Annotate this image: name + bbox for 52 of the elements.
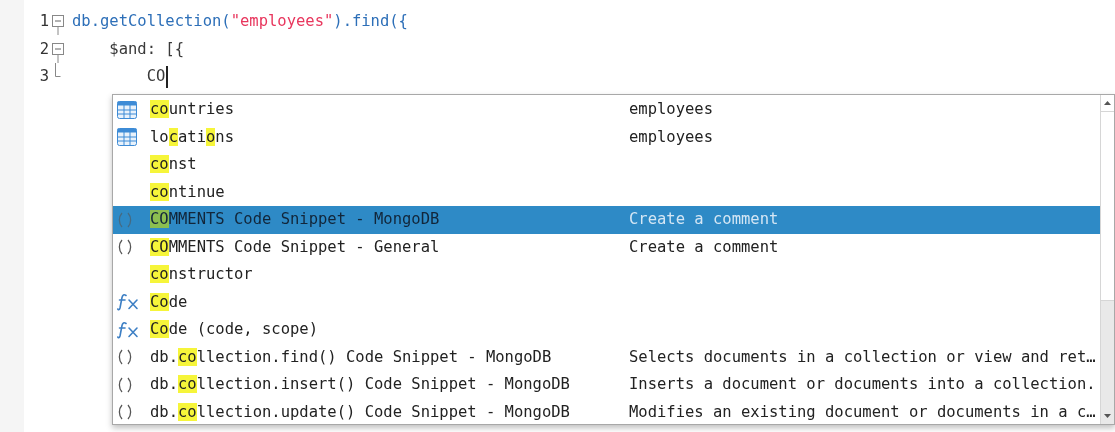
table-icon <box>117 128 137 147</box>
completion-description: Inserts a document or documents into a collection. <box>629 374 1096 396</box>
code-token: ).find({ <box>333 11 408 33</box>
completion-label: Code (code, scope) <box>150 319 319 341</box>
line-number: 3 <box>38 66 50 88</box>
scrollbar-thumb[interactable] <box>1101 111 1114 301</box>
function-icon <box>117 293 139 312</box>
parentheses-icon <box>117 375 133 394</box>
completion-item[interactable]: COMMENTS Code Snippet - General Create a comment <box>113 233 1100 261</box>
completion-item[interactable]: Code (code, scope) <box>113 316 1100 344</box>
completion-item[interactable]: continue <box>113 178 1100 206</box>
completion-description: employees <box>629 99 713 121</box>
scrollbar[interactable] <box>1100 95 1114 424</box>
parentheses-icon <box>117 348 133 367</box>
completion-item[interactable]: db.collection.insert() Code Snippet - MongoDB Inserts a document or documents into a collection. <box>113 371 1100 399</box>
completion-item[interactable]: db.collection.find() Code Snippet - MongoDB Selects documents in a collection or view and ret… <box>113 343 1100 371</box>
completion-label: db.collection.update() Code Snippet - MongoDB <box>150 401 571 423</box>
table-icon <box>117 100 137 119</box>
completion-label: Code <box>150 291 189 313</box>
function-icon <box>117 320 139 339</box>
completion-label: db.collection.find() Code Snippet - MongoDB <box>150 346 553 368</box>
completion-item[interactable]: const <box>113 151 1100 179</box>
completion-item[interactable]: COMMENTS Code Snippet - MongoDB Create a comment <box>113 206 1100 234</box>
completion-description: Modifies an existing document or documents in a c… <box>629 401 1096 423</box>
parentheses-icon <box>117 238 133 257</box>
completion-item[interactable]: Code <box>113 288 1100 316</box>
completion-item[interactable]: countries employees <box>113 96 1100 124</box>
code-token: CO <box>145 66 166 88</box>
line-number: 2 <box>38 38 50 60</box>
code-token: $and: [{ <box>108 38 184 60</box>
completion-label: constructor <box>150 264 254 286</box>
fold-end-icon <box>55 63 61 77</box>
completion-item[interactable]: db.collection.update() Code Snippet - MongoDB Modifies an existing document or documents in a c… <box>113 398 1100 426</box>
completion-label: locations <box>150 126 236 148</box>
code-token: db.getCollection( <box>72 11 231 33</box>
completion-label: COMMENTS Code Snippet - MongoDB <box>150 209 441 231</box>
completion-label: COMMENTS Code Snippet - General <box>150 236 441 258</box>
completion-label: db.collection.insert() Code Snippet - MongoDB <box>150 374 571 396</box>
parentheses-icon <box>117 403 133 422</box>
code-token: "employees" <box>230 11 334 33</box>
completion-description: employees <box>629 126 713 148</box>
completion-item[interactable]: constructor <box>113 261 1100 289</box>
completion-label: continue <box>150 181 226 203</box>
completion-label: const <box>150 154 198 176</box>
line-number: 1 <box>38 11 50 33</box>
completion-description: Selects documents in a collection or view and ret… <box>629 346 1096 368</box>
completion-label: countries <box>150 99 235 121</box>
completion-item[interactable]: locations employees <box>113 123 1100 151</box>
completion-description: Create a comment <box>629 209 779 231</box>
scroll-up-icon[interactable] <box>1101 95 1114 111</box>
parentheses-icon <box>117 210 133 229</box>
completion-description: Create a comment <box>629 236 779 258</box>
